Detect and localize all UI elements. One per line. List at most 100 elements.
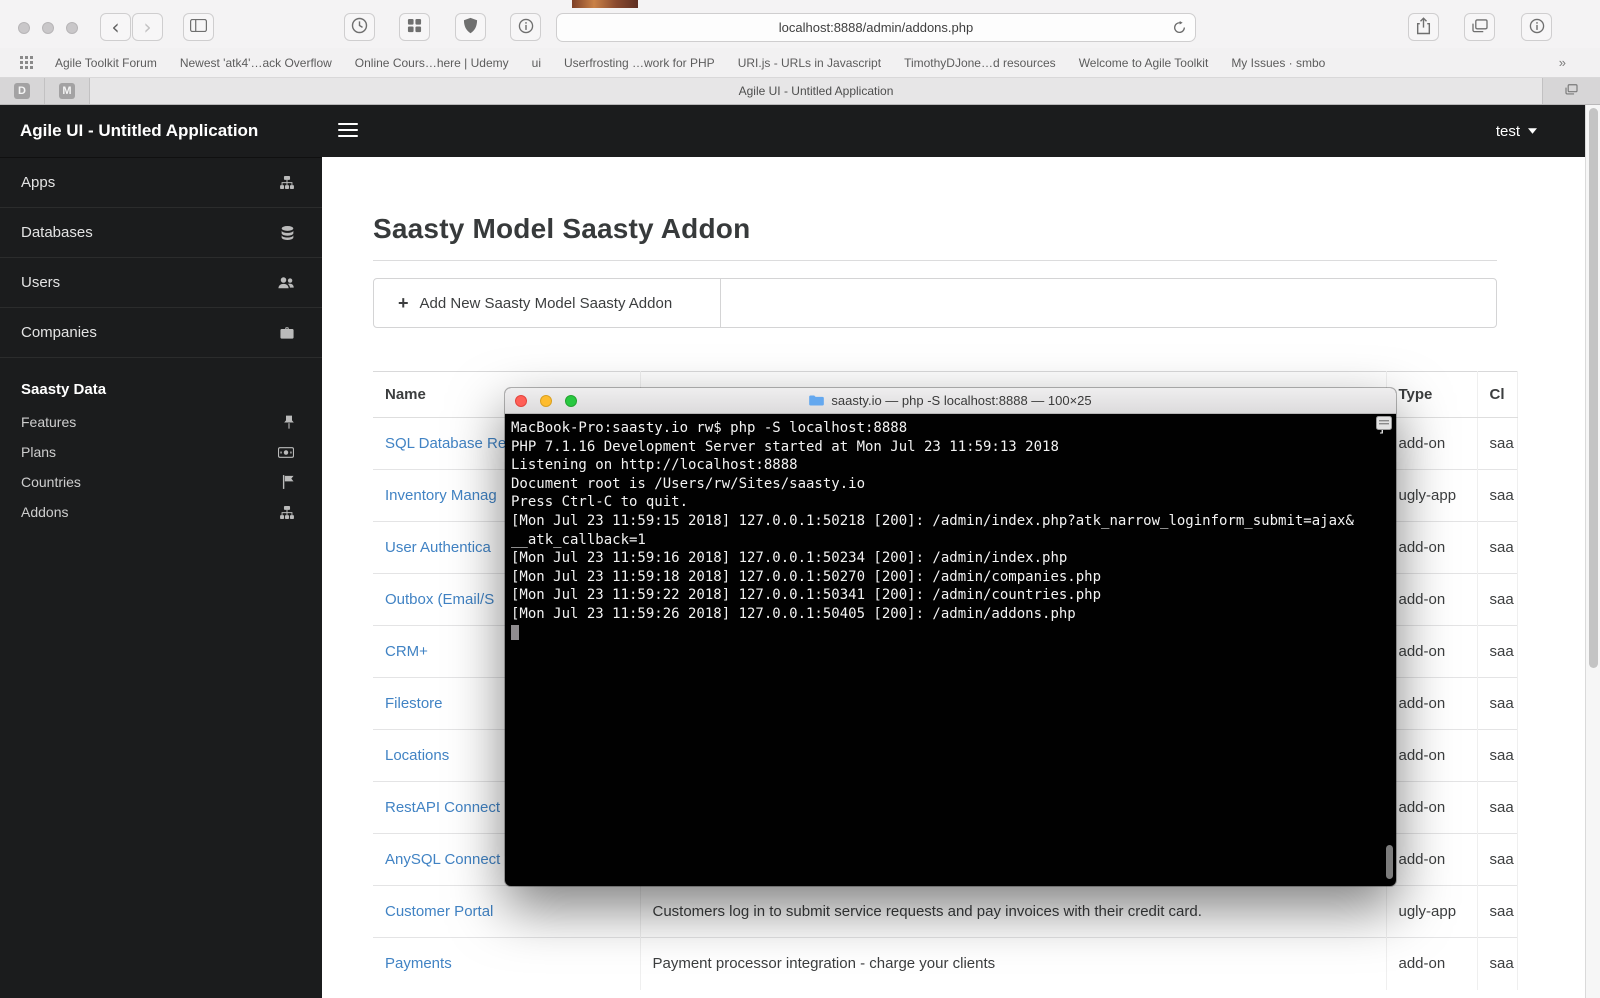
terminal-scrollbar-thumb[interactable]	[1386, 845, 1393, 879]
app-top-nav: Agile UI - Untitled Application test	[0, 105, 1585, 157]
bookmark-item[interactable]: Online Cours…here | Udemy	[355, 56, 509, 70]
briefcase-icon	[280, 326, 294, 339]
addon-name-link[interactable]: Inventory Manag	[385, 487, 497, 504]
active-tab[interactable]: Agile UI - Untitled Application	[90, 78, 1543, 104]
terminal-minimize-button[interactable]	[540, 395, 552, 407]
type-cell: add-on	[1386, 521, 1478, 574]
sitemap-icon	[280, 505, 294, 519]
favorites-grid-icon[interactable]	[20, 56, 33, 69]
bookmark-item[interactable]: TimothyDJone…d resources	[904, 56, 1056, 70]
share-button[interactable]	[1408, 13, 1439, 41]
type-cell: add-on	[1386, 417, 1478, 470]
bookmark-item[interactable]: My Issues · smbo	[1231, 56, 1325, 70]
terminal-close-button[interactable]	[515, 395, 527, 407]
bookmark-item[interactable]: URI.js - URLs in Javascript	[738, 56, 881, 70]
terminal-line: MacBook-Pro:saasty.io rw$ php -S localho…	[511, 419, 1386, 438]
sidebar-main-items: Apps Databases Users Companies	[0, 158, 322, 358]
shield-extension-button[interactable]	[455, 13, 486, 41]
sidebar-item-label: Apps	[21, 174, 56, 191]
pinned-tab-favicon: M	[59, 83, 75, 99]
info-circle-icon	[1529, 18, 1545, 37]
user-menu-dropdown[interactable]: test	[1496, 105, 1537, 157]
url-text: localhost:8888/admin/addons.php	[778, 20, 974, 35]
bookmark-item[interactable]: Newest 'atk4'…ack Overflow	[180, 56, 332, 70]
addon-name-link[interactable]: Locations	[385, 747, 449, 764]
name-cell: Payments	[373, 937, 641, 990]
terminal-line: [Mon Jul 23 11:59:22 2018] 127.0.0.1:503…	[511, 587, 1102, 604]
tab-bar-overview-button[interactable]	[1543, 78, 1600, 104]
terminal-line: [Mon Jul 23 11:59:26 2018] 127.0.0.1:504…	[511, 605, 1076, 622]
crud-toolbar: + Add New Saasty Model Saasty Addon	[373, 278, 1497, 328]
share-icon	[1416, 16, 1431, 38]
bookmark-item[interactable]: Userfrosting …work for PHP	[564, 56, 715, 70]
history-extension-button[interactable]	[344, 13, 375, 41]
addon-name-link[interactable]: Customer Portal	[385, 903, 493, 920]
terminal-cursor-line	[511, 624, 1386, 643]
tab-overview-button[interactable]	[1464, 13, 1495, 41]
window-zoom-button[interactable]	[66, 22, 78, 34]
window-minimize-button[interactable]	[42, 22, 54, 34]
addon-name-link[interactable]: Payments	[385, 955, 452, 972]
info-circle-icon	[518, 18, 534, 37]
back-button[interactable]: ‹	[100, 13, 131, 41]
cl-cell: saa	[1477, 729, 1518, 782]
terminal-line: Listening on http://localhost:8888	[511, 457, 798, 474]
addon-name-link[interactable]: User Authentica	[385, 539, 491, 556]
sidebar-item-features[interactable]: Features	[0, 407, 322, 437]
page-scrollbar[interactable]	[1585, 105, 1600, 998]
addon-name-link[interactable]: RestAPI Connect	[385, 799, 500, 816]
column-header-type[interactable]: Type	[1386, 371, 1478, 418]
bookmark-item[interactable]: Agile Toolkit Forum	[55, 56, 157, 70]
page-scrollbar-thumb[interactable]	[1589, 108, 1598, 668]
pin-icon	[284, 415, 294, 429]
type-cell: add-on	[1386, 677, 1478, 730]
type-cell: add-on	[1386, 937, 1478, 990]
pinned-tab-m[interactable]: M	[45, 78, 90, 104]
sidebar-item-plans[interactable]: Plans	[0, 437, 322, 467]
cl-cell: saa	[1477, 937, 1518, 990]
browser-toolbar: ‹ › localhost:8888/admin/addons.php	[0, 0, 1600, 49]
add-new-button[interactable]: + Add New Saasty Model Saasty Addon	[374, 279, 721, 327]
terminal-window-icon	[1376, 416, 1392, 430]
address-bar[interactable]: localhost:8888/admin/addons.php	[556, 13, 1196, 42]
tab-title: Agile UI - Untitled Application	[738, 84, 894, 98]
sidebar-item-companies[interactable]: Companies	[0, 308, 322, 358]
sidebar-item-apps[interactable]: Apps	[0, 158, 322, 208]
cl-cell: saa	[1477, 885, 1518, 938]
bookmark-item[interactable]: ui	[532, 56, 541, 70]
desktop-wallpaper-sliver	[572, 0, 638, 8]
terminal-content[interactable]: MacBook-Pro:saasty.io rw$ php -S localho…	[505, 414, 1396, 886]
sidebar-item-label: Features	[21, 414, 77, 430]
cl-cell: saa	[1477, 625, 1518, 678]
sidebar-item-label: Plans	[21, 444, 57, 460]
bookmarks-overflow-chevrons[interactable]: »	[1550, 48, 1566, 77]
chevron-right-icon: ›	[143, 15, 152, 39]
pinned-tabs: DM	[0, 78, 90, 104]
hamburger-menu-icon[interactable]	[338, 123, 358, 141]
type-cell: add-on	[1386, 833, 1478, 886]
forward-button[interactable]: ›	[132, 13, 163, 41]
sidebar-item-addons[interactable]: Addons	[0, 497, 322, 527]
sidebar-item-users[interactable]: Users	[0, 258, 322, 308]
addon-name-link[interactable]: Outbox (Email/S	[385, 591, 494, 608]
page-info-button[interactable]	[1521, 13, 1552, 41]
money-icon	[278, 446, 294, 458]
reload-icon[interactable]	[1173, 21, 1186, 34]
addon-name-link[interactable]: CRM+	[385, 643, 428, 660]
addon-name-link[interactable]: Filestore	[385, 695, 443, 712]
window-close-button[interactable]	[18, 22, 30, 34]
addon-name-link[interactable]: SQL Database Re	[385, 435, 506, 452]
sidebar-item-countries[interactable]: Countries	[0, 467, 322, 497]
sidebar-item-databases[interactable]: Databases	[0, 208, 322, 258]
grid-extension-button[interactable]	[399, 13, 430, 41]
terminal-zoom-button[interactable]	[565, 395, 577, 407]
addon-name-link[interactable]: AnySQL Connect	[385, 851, 500, 868]
bookmark-item[interactable]: Welcome to Agile Toolkit	[1079, 56, 1209, 70]
pinned-tab-d[interactable]: D	[0, 78, 45, 104]
cl-cell: saa	[1477, 521, 1518, 574]
info-extension-button[interactable]	[510, 13, 541, 41]
sidebar-toggle-button[interactable]	[183, 13, 214, 41]
terminal-titlebar[interactable]: saasty.io — php -S localhost:8888 — 100×…	[505, 388, 1396, 414]
column-header-cl[interactable]: Cl	[1477, 371, 1518, 418]
type-cell: add-on	[1386, 573, 1478, 626]
